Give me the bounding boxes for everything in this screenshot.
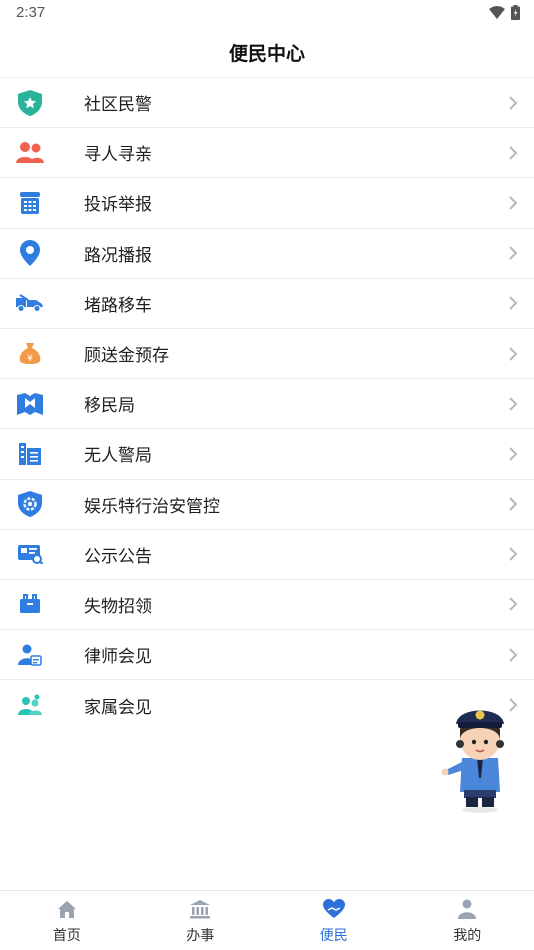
chevron-right-icon xyxy=(509,497,518,511)
menu-item-deposit[interactable]: ¥ 顾送金预存 xyxy=(0,329,534,380)
tow-truck-icon xyxy=(16,289,44,317)
menu-item-lawyer-meeting[interactable]: 律师会见 xyxy=(0,630,534,681)
family-visit-icon xyxy=(16,691,44,719)
page-title: 便民中心 xyxy=(228,43,305,65)
menu-item-immigration[interactable]: 移民局 xyxy=(0,379,534,430)
chevron-right-icon xyxy=(509,95,518,110)
menu-item-unmanned-station[interactable]: 无人警局 xyxy=(0,429,534,480)
tab-label: 办事 xyxy=(186,928,215,944)
chevron-right-icon xyxy=(509,196,518,210)
person-icon xyxy=(456,898,478,920)
building-icon xyxy=(16,440,44,468)
tab-label: 便民 xyxy=(319,928,348,944)
money-bag-icon: ¥ xyxy=(16,340,44,368)
tab-services[interactable]: 办事 xyxy=(134,891,268,950)
menu-item-community-police[interactable]: 社区民警 xyxy=(0,78,534,129)
menu-item-label: 无人警局 xyxy=(84,446,152,467)
shield-gear-icon xyxy=(16,490,44,518)
page-header: 便民中心 xyxy=(0,28,534,78)
menu-item-complaint[interactable]: 投诉举报 xyxy=(0,178,534,229)
battery-icon xyxy=(511,5,520,20)
menu-item-label: 娱乐特行治安管控 xyxy=(84,496,220,517)
menu-item-label: 家属会见 xyxy=(84,697,152,718)
menu-item-label: 失物招领 xyxy=(84,596,152,617)
chevron-right-icon xyxy=(509,597,518,612)
lost-box-icon xyxy=(16,590,44,618)
map-book-icon xyxy=(16,390,44,418)
location-pin-icon xyxy=(16,239,44,267)
bottom-tab-bar: 首页 办事 便民 我的 xyxy=(0,890,534,950)
menu-item-label: 路况播报 xyxy=(84,245,152,266)
menu-item-move-car[interactable]: 堵路移车 xyxy=(0,279,534,329)
chevron-right-icon xyxy=(509,647,518,662)
menu-item-label: 律师会见 xyxy=(84,647,152,668)
tab-label: 我的 xyxy=(453,928,482,944)
menu-item-entertainment-control[interactable]: 娱乐特行治安管控 xyxy=(0,480,534,530)
lawyer-icon xyxy=(16,641,44,669)
menu-item-label: 顾送金预存 xyxy=(84,346,169,367)
chevron-right-icon xyxy=(509,246,518,260)
chevron-right-icon xyxy=(509,346,518,361)
people-icon xyxy=(16,139,44,167)
menu-item-public-notice[interactable]: 公示公告 xyxy=(0,530,534,580)
home-icon xyxy=(56,898,78,920)
menu-item-label: 堵路移车 xyxy=(84,295,152,316)
menu-item-label: 社区民警 xyxy=(84,95,152,116)
status-time: 2:37 xyxy=(16,4,46,21)
chevron-right-icon xyxy=(509,397,518,411)
chevron-right-icon xyxy=(509,447,518,461)
status-icons xyxy=(489,5,520,20)
menu-item-label: 移民局 xyxy=(84,396,135,417)
status-bar: 2:37 xyxy=(0,0,534,28)
menu-item-label: 寻人寻亲 xyxy=(84,145,152,166)
police-mascot-icon[interactable] xyxy=(440,700,516,814)
service-menu-list: 社区民警 寻人寻亲 投诉举报 路况播报 堵路移车 ¥ 顾送金预存 移民局 无人警… xyxy=(0,78,534,730)
tab-label: 首页 xyxy=(52,928,81,944)
menu-item-label: 投诉举报 xyxy=(84,195,152,216)
government-building-icon xyxy=(189,898,211,920)
chevron-right-icon xyxy=(509,547,518,561)
heart-hand-icon xyxy=(322,898,345,920)
menu-item-lost-found[interactable]: 失物招领 xyxy=(0,580,534,631)
shield-star-icon xyxy=(16,89,44,117)
wifi-icon xyxy=(489,6,505,19)
menu-item-traffic-report[interactable]: 路况播报 xyxy=(0,229,534,279)
tab-home[interactable]: 首页 xyxy=(0,891,134,950)
menu-item-find-people[interactable]: 寻人寻亲 xyxy=(0,128,534,179)
telephone-icon xyxy=(16,189,44,217)
svg-text:¥: ¥ xyxy=(27,354,33,364)
chevron-right-icon xyxy=(509,146,518,160)
notice-board-icon xyxy=(16,540,44,568)
tab-mine[interactable]: 我的 xyxy=(401,891,534,950)
menu-item-label: 公示公告 xyxy=(84,546,152,567)
chevron-right-icon xyxy=(509,296,518,311)
tab-convenience[interactable]: 便民 xyxy=(267,891,401,950)
